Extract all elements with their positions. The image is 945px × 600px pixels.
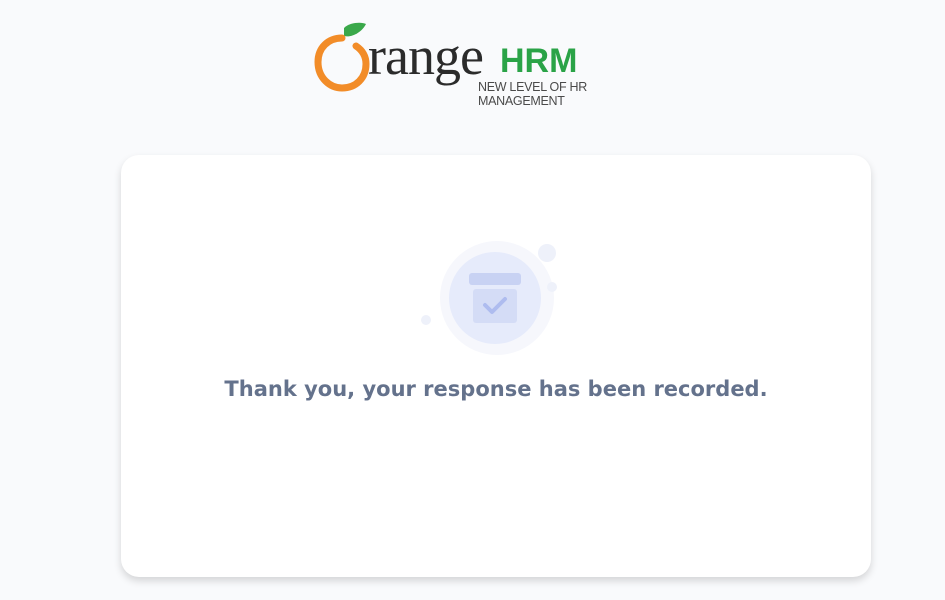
logo-tagline: NEW LEVEL OF HR MANAGEMENT bbox=[478, 80, 587, 108]
calendar-check-icon bbox=[421, 241, 557, 355]
logo-hrm-text: HRM bbox=[500, 42, 578, 80]
orange-fruit-icon bbox=[314, 22, 370, 92]
logo-wordmark: range bbox=[368, 26, 484, 86]
confirmation-card: Thank you, your response has been record… bbox=[121, 155, 871, 577]
orangehrm-logo: range HRM NEW LEVEL OF HR MANAGEMENT bbox=[314, 20, 674, 108]
confirmation-message: Thank you, your response has been record… bbox=[224, 377, 768, 401]
calendar-check-illustration bbox=[417, 237, 567, 366]
